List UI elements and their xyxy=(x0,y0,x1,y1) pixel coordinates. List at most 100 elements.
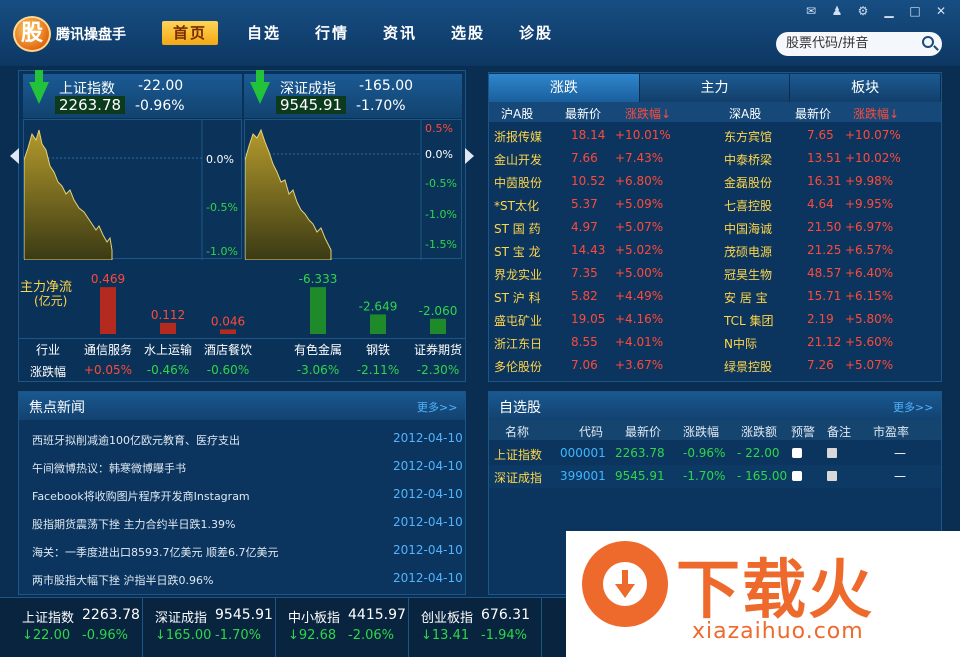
sz-stock-price: 16.31 xyxy=(807,174,842,188)
news-item-title[interactable]: 西班牙拟削减逾100亿欧元教育、医疗支出 xyxy=(32,432,240,448)
rank-tabs: 涨跌 主力 板块 xyxy=(489,74,942,102)
news-item-title[interactable]: 海关：一季度进出口8593.7亿美元 顺差6.7亿美元 xyxy=(32,544,278,560)
sh-stock-name[interactable]: 浙江东日 xyxy=(494,335,542,352)
news-item-title[interactable]: 两市股指大幅下挫 沪指半日跌0.96% xyxy=(32,572,213,588)
nav-diagnosis[interactable]: 诊股 xyxy=(502,21,570,45)
settings-icon[interactable]: ⚙ xyxy=(852,2,874,20)
close-icon[interactable]: ✕ xyxy=(930,2,952,20)
fund-flow-value: -6.333 xyxy=(299,274,338,286)
sz-stock-price: 7.26 xyxy=(807,358,834,372)
sz-stock-name[interactable]: 冠昊生物 xyxy=(724,266,772,283)
sz-stock-pct: +6.57% xyxy=(845,243,894,257)
col-name[interactable]: 名称 xyxy=(505,423,529,440)
axis-label: -0.5% xyxy=(425,177,457,190)
alert-icon[interactable] xyxy=(792,471,802,481)
watchlist-more-link[interactable]: 更多>> xyxy=(893,399,933,415)
watch-name[interactable]: 上证指数 xyxy=(494,446,542,463)
col-alert[interactable]: 预警 xyxy=(791,423,815,440)
sz-stock-name[interactable]: 绿景控股 xyxy=(724,358,772,375)
industry-name[interactable]: 钢铁 xyxy=(348,341,408,358)
sz-stock-name[interactable]: 金磊股份 xyxy=(724,174,772,191)
sh-stock-name[interactable]: ST 沪 科 xyxy=(494,289,541,306)
ticker-cell[interactable]: 上证指数 2263.78 ↓22.00 -0.96% xyxy=(10,597,143,657)
col-pe[interactable]: 市盈率 xyxy=(873,423,909,440)
skin-icon[interactable]: ♟ xyxy=(826,2,848,20)
pct-header[interactable]: 涨跌幅↓ xyxy=(853,105,899,122)
fund-flow-bar[interactable] xyxy=(220,329,236,334)
nav-stock-picker[interactable]: 选股 xyxy=(434,21,502,45)
fund-flow-bar[interactable] xyxy=(370,314,386,334)
industry-name[interactable]: 酒店餐饮 xyxy=(198,341,258,358)
ticker-cell[interactable]: 中小板指 4415.97 ↓92.68 -2.06% xyxy=(276,597,409,657)
sh-stock-name[interactable]: 多伦股份 xyxy=(494,358,542,375)
intraday-chart-sh: 0.0% -0.5% -1.0% xyxy=(23,119,242,261)
news-item-title[interactable]: Facebook将收购图片程序开发商Instagram xyxy=(32,488,250,504)
next-arrow-icon[interactable] xyxy=(465,148,474,164)
nav-news[interactable]: 资讯 xyxy=(366,21,434,45)
fund-flow-bar[interactable] xyxy=(310,287,326,334)
sz-stock-pct: +10.02% xyxy=(845,151,901,165)
sz-stock-name[interactable]: 中国海诚 xyxy=(724,220,772,237)
news-item-title[interactable]: 午间微博热议：韩寒微博曝手书 xyxy=(32,460,186,476)
industry-name[interactable]: 水上运输 xyxy=(138,341,198,358)
price-header[interactable]: 最新价 xyxy=(565,105,601,122)
sh-stock-pct: +4.16% xyxy=(615,312,664,326)
sz-stock-name[interactable]: TCL 集团 xyxy=(724,312,774,329)
watchlist-columns: 名称 代码 最新价 涨跌幅 涨跌额 预警 备注 市盈率 xyxy=(489,420,941,440)
industry-name[interactable]: 有色金属 xyxy=(288,341,348,358)
sh-stock-name[interactable]: 界龙实业 xyxy=(494,266,542,283)
index-card-sz[interactable]: 深证成指 -165.00 9545.91 -1.70% xyxy=(244,70,462,118)
sh-stock-name[interactable]: ST 宝 龙 xyxy=(494,243,541,260)
minimize-icon[interactable]: ▁ xyxy=(878,2,900,20)
search-icon[interactable] xyxy=(922,36,934,48)
price-header[interactable]: 最新价 xyxy=(795,105,831,122)
fund-flow-bar[interactable] xyxy=(100,287,116,334)
note-icon[interactable] xyxy=(827,471,837,481)
nav-watchlist[interactable]: 自选 xyxy=(230,21,298,45)
sh-stock-name[interactable]: 盛屯矿业 xyxy=(494,312,542,329)
col-code[interactable]: 代码 xyxy=(579,423,603,440)
nav-home[interactable]: 首页 xyxy=(162,21,218,45)
sh-stock-name[interactable]: ST 国 药 xyxy=(494,220,541,237)
sh-stock-price: 7.66 xyxy=(571,151,598,165)
prev-arrow-icon[interactable] xyxy=(10,148,19,164)
fund-flow-bar[interactable] xyxy=(430,318,446,334)
message-icon[interactable]: ✉ xyxy=(800,2,822,20)
sz-stock-name[interactable]: 东方宾馆 xyxy=(724,128,772,145)
ticker-cell[interactable]: 创业板指 676.31 ↓13.41 -1.94% xyxy=(409,597,542,657)
sh-stock-name[interactable]: 中茵股份 xyxy=(494,174,542,191)
tab-sector[interactable]: 板块 xyxy=(790,74,942,102)
sz-stock-name[interactable]: 中泰桥梁 xyxy=(724,151,772,168)
fund-flow-bar[interactable] xyxy=(160,322,176,334)
sh-stock-name[interactable]: *ST太化 xyxy=(494,197,539,214)
ticker-delta: ↓92.68 xyxy=(288,628,337,643)
alert-icon[interactable] xyxy=(792,448,802,458)
tab-main-force[interactable]: 主力 xyxy=(639,74,791,102)
col-change[interactable]: 涨跌额 xyxy=(741,423,777,440)
sz-stock-name[interactable]: 安 居 宝 xyxy=(724,289,768,306)
industry-name[interactable]: 证券期货 xyxy=(408,341,468,358)
sh-stock-name[interactable]: 浙报传媒 xyxy=(494,128,542,145)
industry-name[interactable]: 通信服务 xyxy=(78,341,138,358)
note-icon[interactable] xyxy=(827,448,837,458)
news-item-title[interactable]: 股指期货震荡下挫 主力合约半日跌1.39% xyxy=(32,516,235,532)
watch-name[interactable]: 深证成指 xyxy=(494,469,542,486)
watchlist-row[interactable]: 深证成指 399001 9545.91 -1.70% - 165.00 — xyxy=(489,465,941,488)
index-card-sh[interactable]: 上证指数 -22.00 2263.78 -0.96% xyxy=(23,70,242,118)
search-input[interactable]: 股票代码/拼音 xyxy=(776,32,942,56)
pct-header[interactable]: 涨跌幅↓ xyxy=(625,105,671,122)
tab-change[interactable]: 涨跌 xyxy=(489,74,640,102)
col-price[interactable]: 最新价 xyxy=(625,423,661,440)
ticker-cell[interactable]: 深证成指 9545.91 ↓165.00 -1.70% xyxy=(143,597,276,657)
maximize-icon[interactable]: □ xyxy=(904,2,926,20)
sh-stock-name[interactable]: 金山开发 xyxy=(494,151,542,168)
sz-stock-name[interactable]: 七喜控股 xyxy=(724,197,772,214)
nav-market[interactable]: 行情 xyxy=(298,21,366,45)
news-more-link[interactable]: 更多>> xyxy=(417,399,457,415)
sz-stock-name[interactable]: 茂硕电源 xyxy=(724,243,772,260)
index-name: 上证指数 xyxy=(59,81,115,97)
col-note[interactable]: 备注 xyxy=(827,423,851,440)
sz-stock-name[interactable]: N中际 xyxy=(724,335,757,352)
watchlist-row[interactable]: 上证指数 000001 2263.78 -0.96% - 22.00 — xyxy=(489,442,941,465)
col-pct[interactable]: 涨跌幅 xyxy=(683,423,719,440)
